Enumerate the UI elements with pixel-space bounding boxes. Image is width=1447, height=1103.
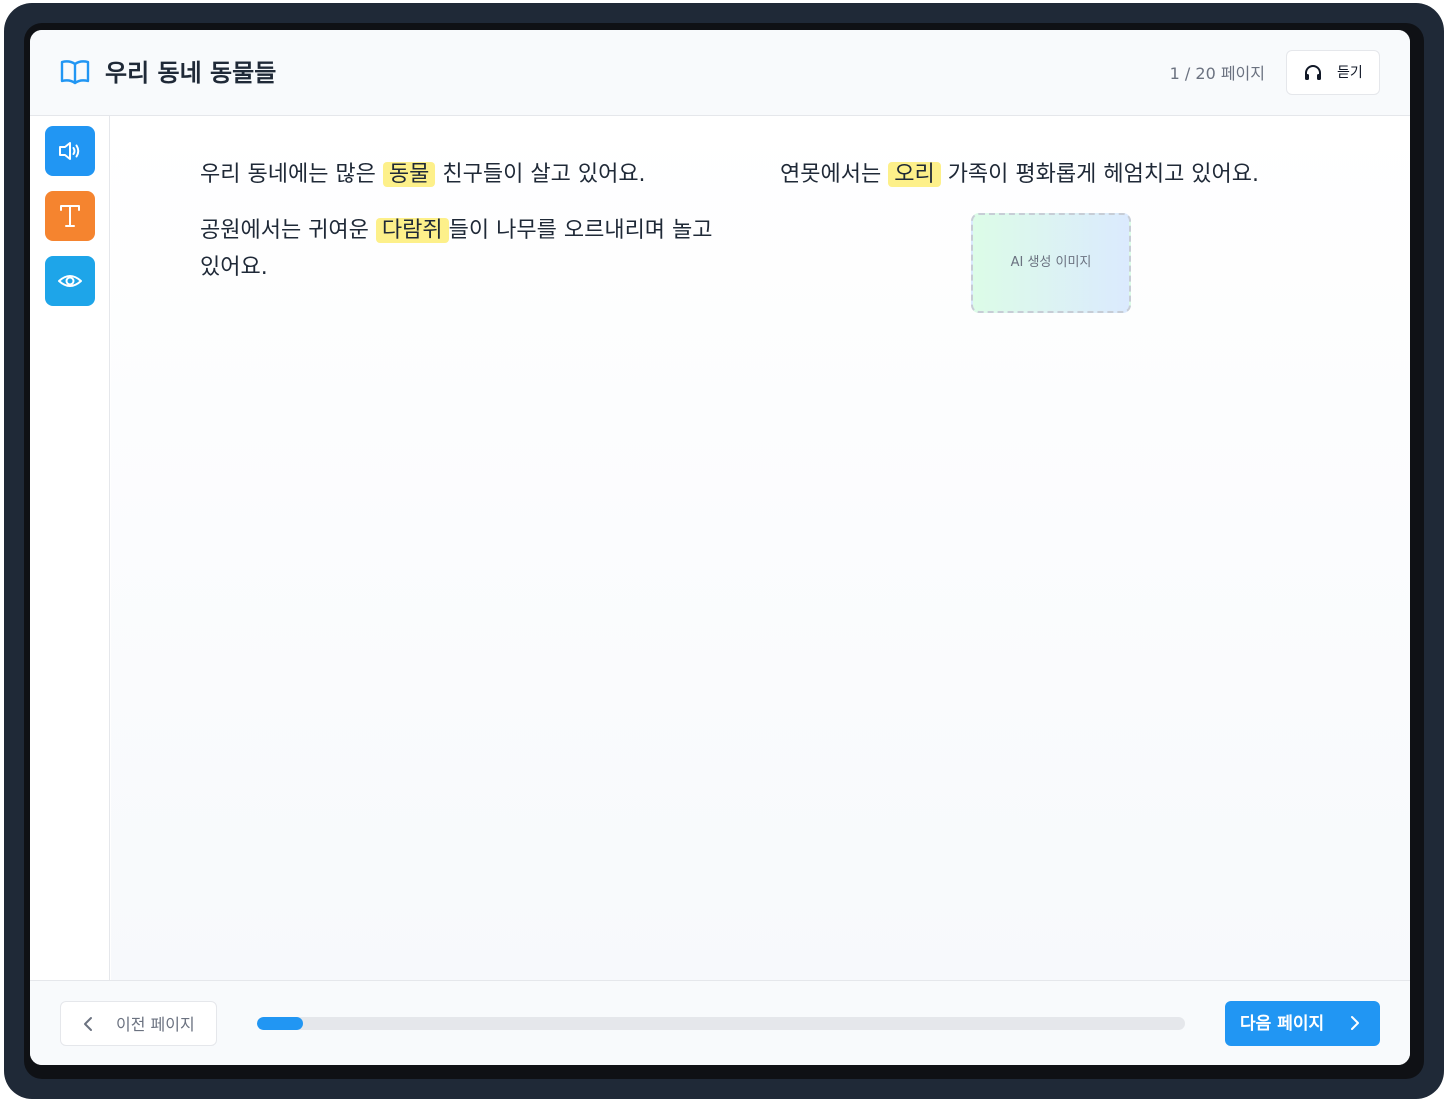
page-counter: 1 / 20 페이지 bbox=[1169, 64, 1265, 83]
headphones-icon bbox=[1305, 65, 1321, 80]
story-paragraph-1: 우리 동네에는 많은 동물 친구들이 살고 있어요. bbox=[200, 162, 646, 187]
highlight-word[interactable]: 오리 bbox=[888, 162, 941, 187]
ai-image-placeholder: AI 생성 이미지 bbox=[971, 213, 1131, 313]
next-page-button[interactable]: 다음 페이지 bbox=[1225, 1001, 1380, 1046]
footer: 이전 페이지 다음 페이지 bbox=[30, 980, 1410, 1065]
story-paragraph-3: 연못에서는 오리 가족이 평화롭게 헤엄치고 있어요. bbox=[780, 162, 1260, 187]
page-title: 우리 동네 동물들 bbox=[105, 59, 277, 87]
story-paragraph-2-line-2: 있어요. bbox=[200, 255, 268, 280]
highlight-word[interactable]: 동물 bbox=[382, 162, 436, 187]
chevron-left-icon bbox=[84, 1017, 92, 1031]
story-content: 우리 동네에는 많은 동물 친구들이 살고 있어요. 공원에서는 귀여운 다람쥐… bbox=[111, 116, 1410, 980]
listen-button[interactable]: 듣기 bbox=[1286, 50, 1380, 95]
audio-tool-button[interactable] bbox=[45, 126, 95, 176]
screen: 우리 동네 동물들 1 / 20 페이지 듣기 우리 동네에는 많은 동물 친구… bbox=[30, 30, 1410, 1065]
book-open-icon bbox=[60, 60, 90, 85]
eye-icon bbox=[58, 275, 82, 287]
story-paragraph-2: 공원에서는 귀여운 다람쥐 들이 나무를 오르내리며 놀고 bbox=[200, 218, 713, 243]
progress-fill bbox=[257, 1017, 304, 1030]
next-page-label: 다음 페이지 bbox=[1240, 1014, 1325, 1034]
highlight-word[interactable]: 다람쥐 bbox=[375, 218, 449, 243]
view-tool-button[interactable] bbox=[45, 256, 95, 306]
ai-image-label: AI 생성 이미지 bbox=[1010, 255, 1092, 270]
prev-page-button[interactable]: 이전 페이지 bbox=[60, 1001, 217, 1046]
speaker-icon bbox=[59, 142, 80, 160]
reading-progress-bar bbox=[257, 1017, 1185, 1030]
text-t-icon bbox=[60, 205, 80, 227]
prev-page-label: 이전 페이지 bbox=[116, 1015, 195, 1034]
header: 우리 동네 동물들 1 / 20 페이지 듣기 bbox=[30, 30, 1410, 116]
tool-sidebar bbox=[30, 116, 110, 980]
listen-label: 듣기 bbox=[1337, 65, 1363, 81]
chevron-right-icon bbox=[1351, 1016, 1359, 1030]
text-tool-button[interactable] bbox=[45, 191, 95, 241]
